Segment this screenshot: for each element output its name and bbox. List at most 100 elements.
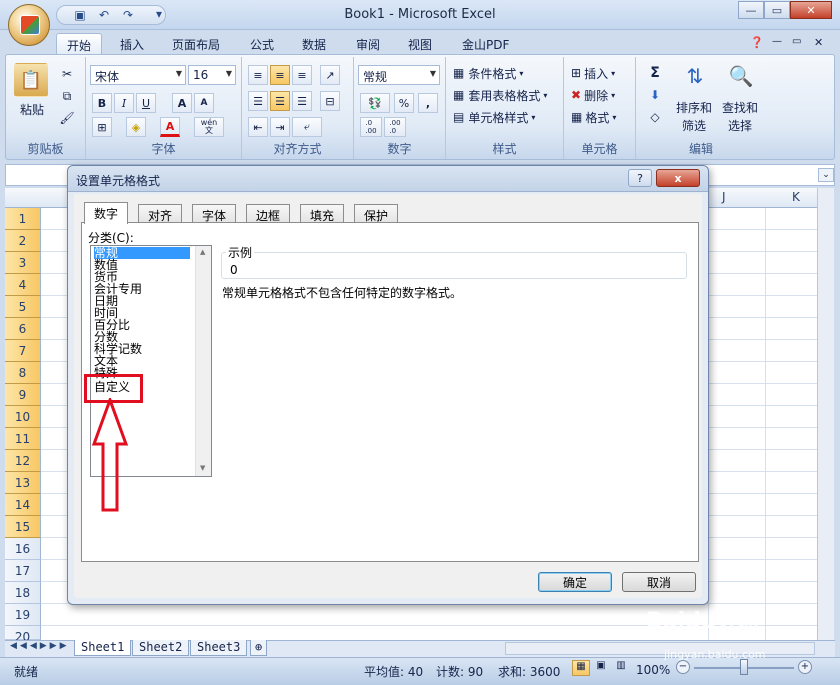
tab-data[interactable]: 数据 <box>302 33 326 54</box>
row-header[interactable]: 17 <box>5 560 41 582</box>
find-select-label-2[interactable]: 选择 <box>718 117 762 133</box>
underline-button[interactable]: U <box>136 93 156 113</box>
row-header[interactable]: 16 <box>5 538 41 560</box>
close-window-button[interactable]: ✕ <box>790 1 832 19</box>
format-painter-icon[interactable]: 🖌 <box>58 109 76 127</box>
increase-indent-icon[interactable]: ⇥ <box>270 117 290 137</box>
align-left-icon[interactable]: ☰ <box>248 91 268 111</box>
dialog-help-button[interactable]: ? <box>628 169 652 187</box>
dialog-tab-fill[interactable]: 填充 <box>300 204 345 223</box>
ribbon-minimize-button[interactable]: — <box>772 33 782 54</box>
help-icon[interactable]: ❓ <box>750 33 764 54</box>
page-break-view-icon[interactable]: ▥ <box>612 660 630 676</box>
increase-decimal-button[interactable]: .0 .00 <box>360 117 382 137</box>
orientation-icon[interactable]: ↗ <box>320 65 340 85</box>
row-header[interactable]: 2 <box>5 230 41 252</box>
phonetic-button[interactable]: wén 文 <box>194 117 224 137</box>
dialog-tab-number[interactable]: 数字 <box>84 202 129 224</box>
page-layout-view-icon[interactable]: ▣ <box>592 660 610 676</box>
align-right-icon[interactable]: ☰ <box>292 91 312 111</box>
zoom-in-icon[interactable]: + <box>798 660 812 674</box>
cell-styles-button[interactable]: ▤ 单元格样式 ▾ <box>452 107 560 127</box>
normal-view-icon[interactable]: ▦ <box>572 660 590 676</box>
expand-formula-bar-icon[interactable]: ⌄ <box>818 168 834 182</box>
autosum-button[interactable]: Σ <box>642 63 668 83</box>
grow-font-button[interactable]: A <box>172 93 192 113</box>
decrease-indent-icon[interactable]: ⇤ <box>248 117 268 137</box>
tab-insert[interactable]: 插入 <box>120 33 144 54</box>
vertical-scrollbar[interactable] <box>817 188 834 640</box>
fill-color-icon[interactable]: ◈ <box>126 117 146 137</box>
align-center-icon[interactable]: ☰ <box>270 91 290 111</box>
row-header[interactable]: 10 <box>5 406 41 428</box>
scroll-down-icon[interactable]: ▼ <box>200 464 205 472</box>
dialog-tab-alignment[interactable]: 对齐 <box>138 204 183 223</box>
conditional-format-button[interactable]: ▦ 条件格式 ▾ <box>452 63 560 83</box>
sort-filter-label[interactable]: 排序和 <box>672 99 716 115</box>
shrink-font-button[interactable]: A <box>194 93 214 113</box>
row-header[interactable]: 3 <box>5 252 41 274</box>
ribbon-close-button[interactable]: ✕ <box>814 33 823 54</box>
maximize-button[interactable]: ▭ <box>764 1 790 19</box>
border-icon[interactable]: ⊞ <box>92 117 112 137</box>
horizontal-scrollbar[interactable] <box>505 642 815 655</box>
number-format-select[interactable]: 常规 ▼ <box>358 65 440 85</box>
find-select-label[interactable]: 查找和 <box>718 99 762 115</box>
zoom-slider-thumb[interactable] <box>740 659 748 675</box>
paste-button[interactable]: 粘贴 <box>14 101 50 117</box>
minimize-button[interactable]: — <box>738 1 764 19</box>
wrap-text-icon[interactable]: ⤶ <box>292 117 322 137</box>
row-header[interactable]: 18 <box>5 582 41 604</box>
fill-icon[interactable]: ⬇ <box>642 85 668 105</box>
font-size-select[interactable]: 16 ▼ <box>188 65 236 85</box>
sheet-nav-arrows-icon[interactable]: ◀◀◀▶▶▶ <box>10 641 70 651</box>
zoom-level[interactable]: 100% <box>636 663 670 677</box>
column-header-j[interactable]: J <box>722 190 726 204</box>
tab-jinshan-pdf[interactable]: 金山PDF <box>462 33 509 54</box>
insert-sheet-icon[interactable]: ⊕ <box>250 640 268 656</box>
dialog-close-button[interactable]: x <box>656 169 700 187</box>
sheet-tab-sheet3[interactable]: Sheet3 <box>190 640 248 656</box>
tab-page-layout[interactable]: 页面布局 <box>172 33 220 54</box>
format-as-table-button[interactable]: ▦ 套用表格格式 ▾ <box>452 85 562 105</box>
row-header[interactable]: 15 <box>5 516 41 538</box>
font-color-icon[interactable]: A <box>160 117 180 137</box>
font-name-select[interactable]: 宋体 ▼ <box>90 65 186 85</box>
column-header-k[interactable]: K <box>792 190 800 204</box>
clear-icon[interactable]: ◇ <box>642 107 668 127</box>
row-header[interactable]: 13 <box>5 472 41 494</box>
tab-review[interactable]: 审阅 <box>356 33 380 54</box>
row-header[interactable]: 5 <box>5 296 41 318</box>
ok-button[interactable]: 确定 <box>538 572 612 592</box>
row-header[interactable]: 1 <box>5 208 41 230</box>
ribbon-restore-button[interactable]: ▭ <box>792 33 801 54</box>
tab-view[interactable]: 视图 <box>408 33 432 54</box>
sort-filter-label-2[interactable]: 筛选 <box>672 117 716 133</box>
dialog-tab-protection[interactable]: 保护 <box>354 204 399 223</box>
sheet-tab-sheet2[interactable]: Sheet2 <box>132 640 190 656</box>
dialog-tab-border[interactable]: 边框 <box>246 204 291 223</box>
row-header[interactable]: 11 <box>5 428 41 450</box>
insert-cells-button[interactable]: ⊞ 插入 ▾ <box>570 63 634 83</box>
format-cells-button[interactable]: ▦ 格式 ▾ <box>570 107 634 127</box>
merge-center-icon[interactable]: ⊟ <box>320 91 340 111</box>
row-header[interactable]: 20 <box>5 626 41 644</box>
paste-icon[interactable]: 📋 <box>14 63 48 97</box>
align-top-icon[interactable]: ≡ <box>248 65 268 85</box>
align-middle-icon[interactable]: ≡ <box>270 65 290 85</box>
tab-formulas[interactable]: 公式 <box>250 33 274 54</box>
tab-home[interactable]: 开始 <box>56 33 103 54</box>
comma-style-button[interactable]: , <box>418 93 438 113</box>
bold-button[interactable]: B <box>92 93 112 113</box>
scroll-up-icon[interactable]: ▲ <box>200 248 205 256</box>
office-button[interactable] <box>8 4 50 46</box>
italic-button[interactable]: I <box>114 93 134 113</box>
copy-icon[interactable]: ⧉ <box>58 87 76 105</box>
row-header[interactable]: 19 <box>5 604 41 626</box>
align-bottom-icon[interactable]: ≡ <box>292 65 312 85</box>
cut-icon[interactable]: ✂ <box>58 65 76 83</box>
row-header[interactable]: 14 <box>5 494 41 516</box>
dialog-title-bar[interactable] <box>68 166 708 192</box>
row-header[interactable]: 12 <box>5 450 41 472</box>
row-header[interactable]: 8 <box>5 362 41 384</box>
